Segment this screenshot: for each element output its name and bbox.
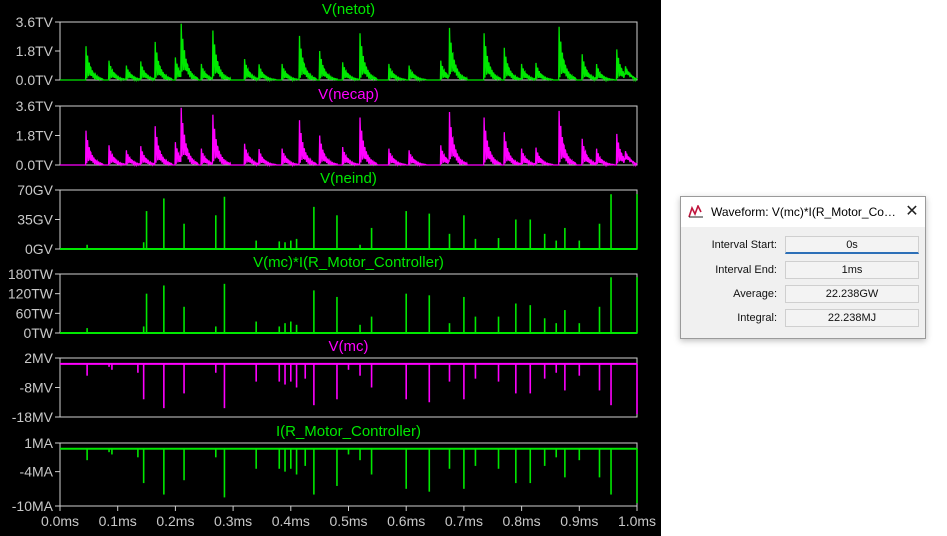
y-tick-label: 3.6TV: [16, 98, 54, 114]
pane-frame: [59, 105, 638, 166]
x-tick-label: 0.8ms: [503, 513, 541, 529]
close-icon[interactable]: ✕: [903, 203, 921, 221]
x-tick-label: 0.5ms: [329, 513, 367, 529]
pane-title: V(mc)*I(R_Motor_Controller): [253, 254, 444, 271]
pane-title: I(R_Motor_Controller): [276, 423, 421, 440]
average-label: Average:: [733, 288, 777, 300]
pane-frame: [59, 21, 638, 81]
average-row: Average: 22.238GW: [681, 284, 925, 304]
interval-end-field[interactable]: 1ms: [785, 261, 919, 279]
integral-label: Integral:: [737, 312, 777, 324]
x-tick-label: 0.9ms: [560, 513, 598, 529]
series-line: [60, 107, 638, 168]
interval-start-row: Interval Start: 0s: [681, 235, 925, 255]
y-tick-label: -4MA: [20, 464, 54, 480]
x-tick-label: 0.0ms: [41, 513, 79, 529]
y-tick-label: -8MV: [20, 380, 54, 396]
y-tick-label: 2MV: [24, 350, 53, 366]
interval-end-row: Interval End: 1ms: [681, 260, 925, 280]
y-tick-label: 1.8TV: [16, 128, 54, 144]
y-tick-label: 0.0TV: [16, 72, 54, 88]
y-tick-label: 0GV: [25, 241, 54, 257]
pane-title: V(netot): [322, 1, 375, 18]
waveform-app-icon: [688, 205, 703, 218]
average-field: 22.238GW: [785, 285, 919, 303]
waveform-measurement-dialog[interactable]: Waveform: V(mc)*I(R_Motor_Con... ✕ Inter…: [680, 196, 926, 339]
pane-title: V(necap): [318, 86, 379, 103]
y-tick-label: 120TW: [8, 286, 54, 302]
y-tick-label: -18MV: [12, 409, 54, 425]
integral-row: Integral: 22.238MJ: [681, 308, 925, 328]
x-tick-label: 0.7ms: [445, 513, 483, 529]
x-tick-label: 0.6ms: [387, 513, 425, 529]
y-tick-label: 1.8TV: [16, 43, 54, 59]
y-tick-label: 0.0TV: [16, 157, 54, 173]
x-tick-label: 1.0ms: [618, 513, 656, 529]
y-tick-label: 1MA: [24, 435, 53, 451]
y-tick-label: 60TW: [16, 305, 54, 321]
interval-start-label: Interval Start:: [711, 239, 777, 251]
x-tick-label: 0.3ms: [214, 513, 252, 529]
y-tick-label: 35GV: [17, 212, 53, 228]
integral-field: 22.238MJ: [785, 309, 919, 327]
y-tick-label: 180TW: [8, 266, 54, 282]
x-tick-label: 0.2ms: [156, 513, 194, 529]
x-tick-label: 0.4ms: [272, 513, 310, 529]
pane-title: V(neind): [320, 170, 377, 187]
waveform-plot-area[interactable]: V(netot) 3.6TV 1.8TV 0.0TV V(necap) 3.6TV 1.8T…: [0, 0, 661, 536]
interval-end-label: Interval End:: [715, 264, 777, 276]
dialog-title: Waveform: V(mc)*I(R_Motor_Con...: [711, 205, 897, 219]
y-tick-label: 70GV: [17, 182, 53, 198]
series-line: [60, 23, 638, 83]
pane-title: V(mc): [329, 338, 369, 355]
y-tick-label: 0TW: [23, 325, 53, 341]
y-tick-label: -10MA: [12, 498, 54, 514]
x-tick-label: 0.1ms: [99, 513, 137, 529]
dialog-title-bar[interactable]: Waveform: V(mc)*I(R_Motor_Con... ✕: [681, 197, 925, 227]
interval-start-field[interactable]: 0s: [785, 236, 919, 254]
waveform-plot-svg[interactable]: V(netot) 3.6TV 1.8TV 0.0TV V(necap) 3.6TV 1.8T…: [0, 0, 661, 536]
y-tick-label: 3.6TV: [16, 14, 54, 30]
